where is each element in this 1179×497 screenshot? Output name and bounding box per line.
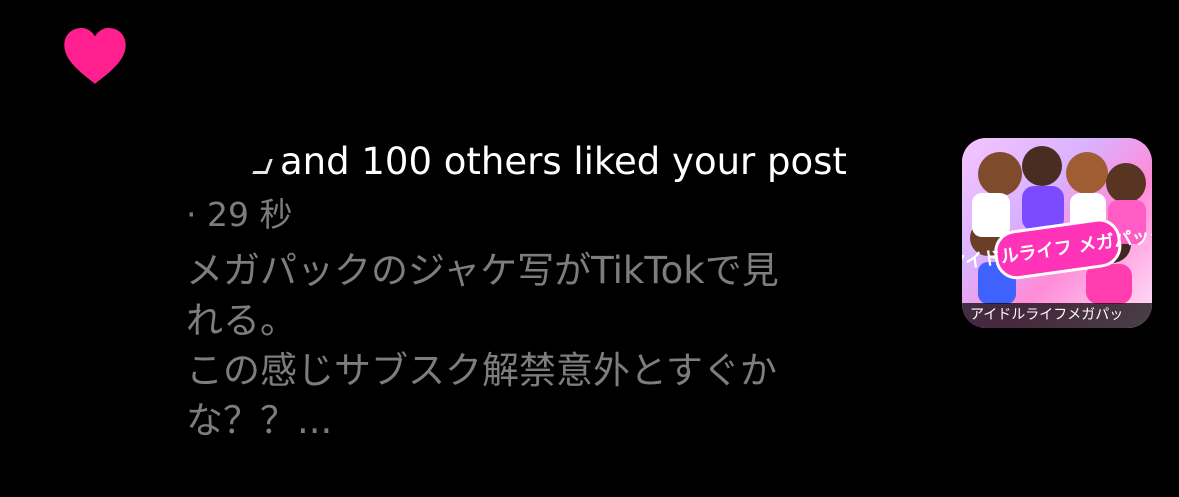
thumbnail-caption: アイドルライフメガパッ (962, 303, 1152, 328)
post-thumbnail[interactable]: アイドルライフ メガパック アイドルライフメガパッ (962, 138, 1152, 328)
timestamp: · 29 秒 (186, 195, 293, 234)
post-excerpt: メガパックのジャケ写がTikTokで見 れる。 この感じサブスク解禁意外とすぐか… (186, 249, 779, 442)
redacted-user-name (186, 142, 272, 182)
like-notification[interactable]: and 100 others liked your post · 29 秒 メガ… (186, 136, 906, 446)
headline-text: and 100 others liked your post (280, 140, 847, 183)
headline: and 100 others liked your post (186, 136, 906, 188)
heart-icon (64, 27, 126, 84)
thumbnail-art: アイドルライフ メガパック (962, 138, 1152, 328)
